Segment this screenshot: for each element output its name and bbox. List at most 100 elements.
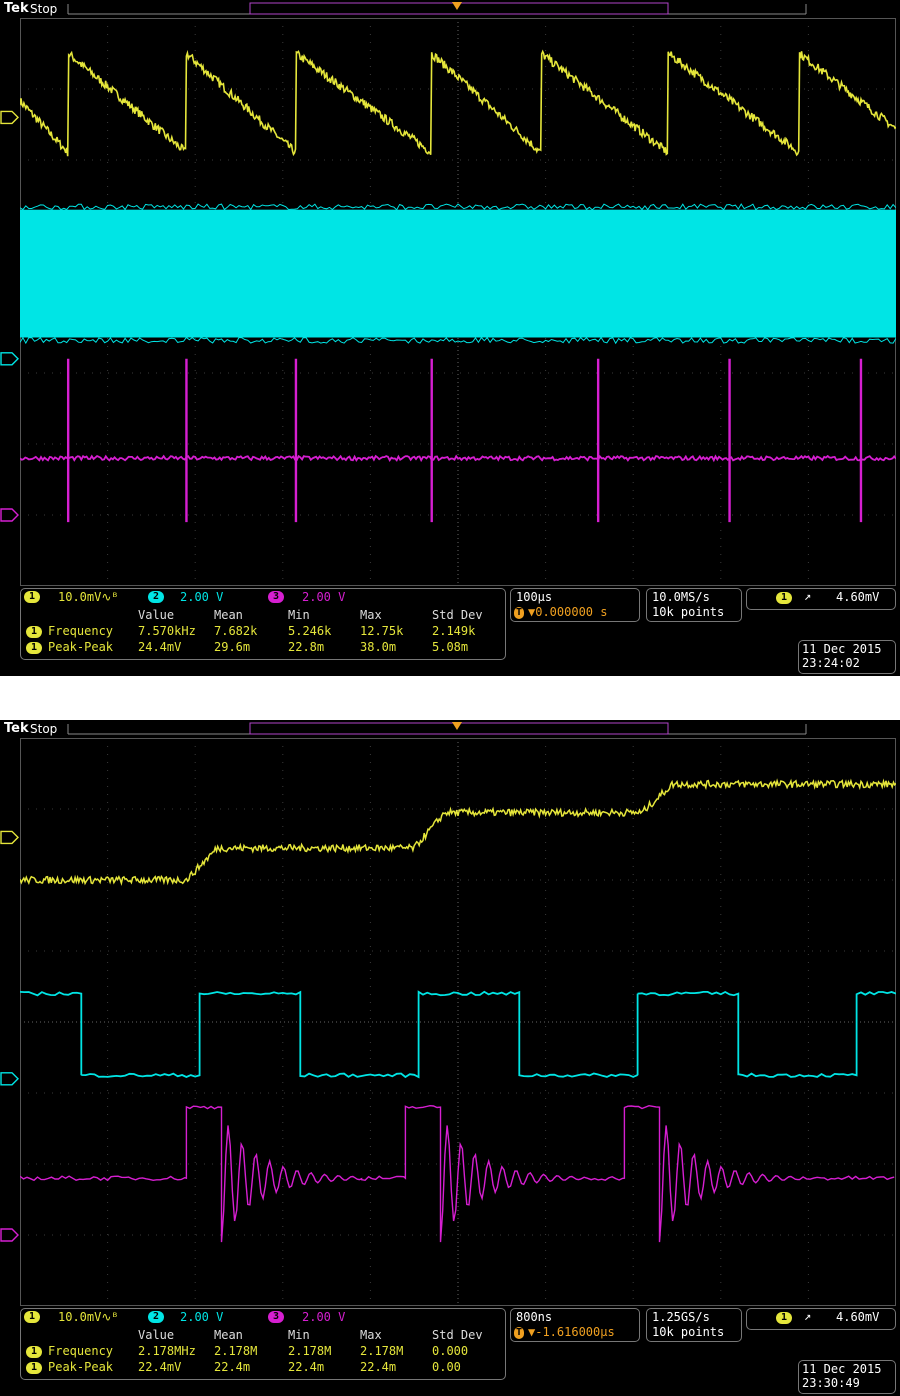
stats-header: Mean [214,1328,243,1342]
channel-2-setting: 2.00 V [180,590,224,604]
channel-1-setting: 10.0mV∿ᴮ [58,590,119,604]
measurement-std: 2.149k [432,624,476,638]
record-view-indicator [67,2,807,15]
rising-edge-icon: ↗ [804,589,812,603]
stats-header: Max [360,608,382,622]
sample-rate: 1.25GS/s [652,1310,710,1324]
trigger-position: ▼0.000000 s [528,605,608,619]
measurement-label: Frequency [48,1344,114,1358]
measurement-value: 2.178MHz [138,1344,196,1358]
trigger-level: 4.60mV [836,1310,880,1324]
channel-2-badge: 2 [148,591,164,603]
measurement-channel-badge: 1 [26,626,42,638]
record-view-indicator [67,722,807,735]
trigger-position-icon: T [514,1327,524,1339]
stats-header: Value [138,1328,175,1342]
timebase: 100µs [516,590,553,604]
measurement-channel-badge: 1 [26,1346,42,1358]
capture-date: 11 Dec 2015 [802,642,882,656]
measurement-min: 22.4m [288,1360,325,1374]
measurement-channel-badge: 1 [26,642,42,654]
stats-header: Mean [214,608,243,622]
channel-1-setting: 10.0mV∿ᴮ [58,1310,119,1324]
ringing-line [20,1104,895,1243]
top-status-bar: Tek Stop [0,720,900,738]
trigger-level: 4.60mV [836,590,880,604]
trigger-position-icon: T [514,607,524,619]
channel-3-setting: 2.00 V [302,590,346,604]
channel-3-trace [20,1104,895,1243]
measurement-label: Peak-Peak [48,1360,114,1374]
stats-header: Min [288,608,310,622]
stats-header: Min [288,1328,310,1342]
top-status-bar: Tek Stop [0,0,900,18]
measurement-value: 24.4mV [138,640,182,654]
measurement-min: 5.246k [288,624,332,638]
channel-2-marker [0,352,19,366]
baseline [20,454,896,463]
waveform-plot [20,738,896,1306]
measurement-max: 22.4m [360,1360,397,1374]
measurement-max: 38.0m [360,640,397,654]
channel-markers [0,830,19,1242]
trigger-position: ▼-1.616000µs [528,1325,615,1339]
capture-date: 11 Dec 2015 [802,1362,882,1376]
trigger-channel-badge: 1 [776,1312,792,1324]
channel-3-badge: 3 [268,1311,284,1323]
channel-3-trace [20,358,896,523]
channel-3-badge: 3 [268,591,284,603]
measurement-std: 0.000 [432,1344,469,1358]
waveform-plot [20,18,896,586]
measurement-label: Frequency [48,624,114,638]
capture-time: 23:24:02 [802,656,860,670]
waveform-svg [20,18,896,586]
stats-header: Std Dev [432,608,483,622]
measurement-value: 7.570kHz [138,624,196,638]
pwm-band [20,209,896,338]
record-length: 10k points [652,605,725,619]
measurement-max: 2.178M [360,1344,404,1358]
stats-header: Std Dev [432,1328,483,1342]
capture-time: 23:30:49 [802,1376,860,1390]
channel-1-badge: 1 [24,591,40,603]
channel-2-setting: 2.00 V [180,1310,224,1324]
channel-1-trace [20,778,896,886]
staircase-line [20,778,896,886]
trigger-marker-icon [452,2,462,10]
measurement-channel-badge: 1 [26,1362,42,1374]
oscilloscope-screen-1: Tek Stop 1 10.0mV∿ᴮ 2 2.00 V 3 2.00 V Value Mean M… [0,0,900,676]
channel-1-trace [20,49,896,157]
measurement-max: 12.75k [360,624,404,638]
timebase: 800ns [516,1310,553,1324]
sample-rate: 10.0MS/s [652,590,710,604]
measurement-mean: 22.4m [214,1360,251,1374]
measurement-mean: 2.178M [214,1344,258,1358]
oscilloscope-screen-2: Tek Stop 1 10.0mV∿ᴮ 2 2.00 V 3 2.00 V Value Mean M… [0,720,900,1396]
stats-header: Max [360,1328,382,1342]
channel-2-trace [20,203,896,345]
waveform-svg [20,738,896,1306]
graticule [20,738,896,1306]
channel-markers [0,110,19,522]
measurement-mean: 29.6m [214,640,251,654]
measurement-min: 2.178M [288,1344,332,1358]
measurement-mean: 7.682k [214,624,258,638]
channel-1-marker [0,830,19,845]
measurement-min: 22.8m [288,640,325,654]
sawtooth-line [20,49,896,157]
channel-3-marker [0,508,19,522]
measurement-std: 0.00 [432,1360,461,1374]
channel-2-marker [0,1072,19,1086]
rising-edge-icon: ↗ [804,1309,812,1323]
measurement-value: 22.4mV [138,1360,182,1374]
measurement-std: 5.08m [432,640,469,654]
channel-3-setting: 2.00 V [302,1310,346,1324]
trigger-marker-icon [452,722,462,730]
stats-header: Value [138,608,175,622]
channel-1-marker [0,110,19,125]
channel-3-marker [0,1228,19,1242]
trigger-channel-badge: 1 [776,592,792,604]
channel-1-badge: 1 [24,1311,40,1323]
measurement-label: Peak-Peak [48,640,114,654]
channel-2-badge: 2 [148,1311,164,1323]
